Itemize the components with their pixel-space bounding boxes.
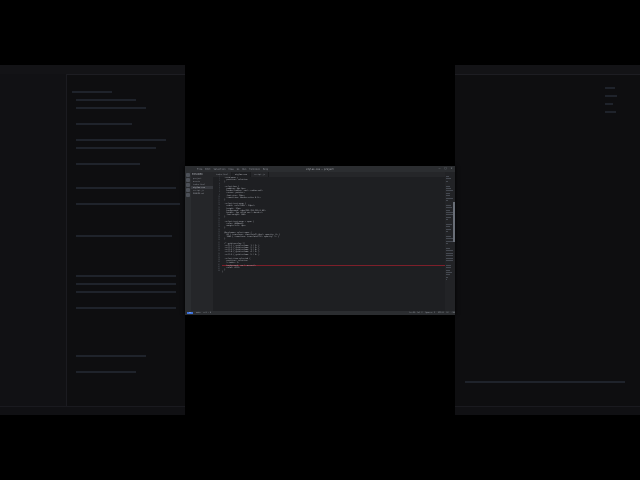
- ghost-sidebar: [12, 74, 67, 406]
- close-icon[interactable]: ×: [450, 167, 453, 170]
- maximize-icon[interactable]: □: [444, 167, 447, 170]
- minimap-line: [446, 212, 453, 213]
- end-of-line[interactable]: LF: [447, 312, 449, 314]
- minimap-line: [446, 219, 448, 221]
- minimap-line: [446, 197, 453, 199]
- ghost-code-line: [76, 123, 132, 125]
- minimap-line: [446, 209, 450, 211]
- ghost-minimap-line: [605, 95, 617, 97]
- minimap-line: [446, 236, 452, 237]
- minimap-line: [446, 267, 451, 269]
- ghost-code-line: [76, 107, 146, 109]
- ghost-titlebar: [455, 65, 640, 75]
- minimap-line: [446, 204, 451, 206]
- minimize-icon[interactable]: –: [438, 167, 441, 170]
- minimap-line: [446, 238, 453, 240]
- code-area[interactable]: .card-menu { position: relative; } .sele…: [222, 177, 445, 311]
- minimap-line: [446, 226, 451, 228]
- remote-indicator[interactable]: ><: [187, 312, 194, 314]
- minimap-line: [446, 257, 453, 259]
- minimap-line: [446, 264, 452, 266]
- minimap-line: [446, 207, 452, 209]
- background-editor-right: [455, 65, 640, 415]
- ghost-statusbar: [0, 406, 185, 415]
- minimap-line: [446, 176, 450, 177]
- ghost-code-line: [72, 91, 112, 93]
- ghost-code-line: [76, 275, 176, 277]
- minimap-line: [446, 274, 450, 276]
- minimap-line: [446, 228, 451, 230]
- minimap-line: [446, 279, 448, 281]
- minimap-line: [446, 243, 448, 245]
- minimap-line: [446, 272, 452, 273]
- ghost-minimap-line: [605, 87, 615, 89]
- line-number-gutter: 1 2 3 4 5 6 7 8 9 10 11 12 13 14 15 16 17 18 19 20 21 22 23 24 2…: [213, 177, 221, 311]
- ghost-code-line: [76, 235, 172, 237]
- encoding[interactable]: UTF-8: [438, 312, 443, 314]
- ghost-minimap-line: [605, 111, 616, 113]
- minimap-line: [446, 231, 448, 233]
- ghost-code-line: [76, 163, 140, 165]
- minimap-line: [446, 195, 451, 197]
- minimap[interactable]: [445, 172, 455, 311]
- ghost-code-line: [76, 355, 146, 357]
- minimap-line: [446, 240, 453, 242]
- ghost-code-line: [76, 99, 136, 101]
- ghost-code-line: [76, 283, 176, 285]
- source-control-icon[interactable]: [186, 183, 190, 187]
- minimap-line: [446, 255, 453, 257]
- explorer-icon[interactable]: [186, 173, 190, 177]
- minimap-line: [446, 276, 448, 278]
- search-icon[interactable]: [186, 178, 190, 182]
- minimap-line: [446, 216, 451, 218]
- ghost-code-line: [76, 187, 176, 189]
- minimap-line: [446, 250, 453, 252]
- minimap-line: [446, 269, 450, 271]
- ghost-code-line: [76, 291, 176, 293]
- run-debug-icon[interactable]: [186, 188, 190, 192]
- ghost-minimap-line: [605, 103, 613, 105]
- line-number: 44: [218, 271, 220, 273]
- minimap-line: [446, 178, 451, 180]
- git-branch[interactable]: main: [196, 312, 200, 314]
- background-editor-left: [0, 65, 185, 415]
- minimap-line: [446, 180, 448, 182]
- code-editor-window: File Edit Selection View Go Run Terminal…: [185, 166, 455, 315]
- minimap-line: [446, 224, 452, 225]
- scrollbar-thumb[interactable]: [453, 202, 455, 242]
- ghost-code-line: [76, 371, 136, 373]
- indentation[interactable]: Spaces: 2: [425, 312, 435, 314]
- minimap-line: [446, 252, 453, 254]
- ghost-code-line: [76, 307, 176, 309]
- window-title: styles.css — project: [306, 167, 334, 171]
- explorer-sidebar: EXPLORER project assets index.html style…: [191, 172, 214, 311]
- code-line: }: [222, 271, 224, 274]
- cursor-position[interactable]: Ln 43, Col 2: [409, 312, 422, 314]
- editor-pane[interactable]: index.html styles.css script.js 12345678…: [213, 172, 445, 311]
- minimap-line: [446, 192, 451, 194]
- minimap-line: [446, 188, 451, 189]
- ghost-code-line: [76, 147, 156, 149]
- minimap-line: [446, 214, 453, 216]
- ghost-statusbar: [455, 406, 640, 415]
- minimap-line: [446, 200, 448, 201]
- minimap-line: [446, 260, 453, 261]
- language-mode[interactable]: CSS: [452, 312, 455, 314]
- sidebar-item-readme[interactable]: README.md: [191, 192, 213, 195]
- extensions-icon[interactable]: [186, 193, 190, 197]
- ghost-code-line: [76, 203, 180, 205]
- problems-count[interactable]: ⊗ 0 ⚠ 0: [204, 312, 212, 314]
- minimap-line: [446, 190, 453, 192]
- minimap-line: [446, 185, 450, 187]
- window-controls: – □ ×: [438, 167, 453, 170]
- ghost-code-line: [76, 139, 166, 141]
- status-bar: >< main ⊗ 0 ⚠ 0 Ln 43, Col 2 Spaces: 2 U…: [185, 311, 455, 315]
- minimap-line: [446, 248, 451, 249]
- ghost-code-line: [465, 381, 625, 383]
